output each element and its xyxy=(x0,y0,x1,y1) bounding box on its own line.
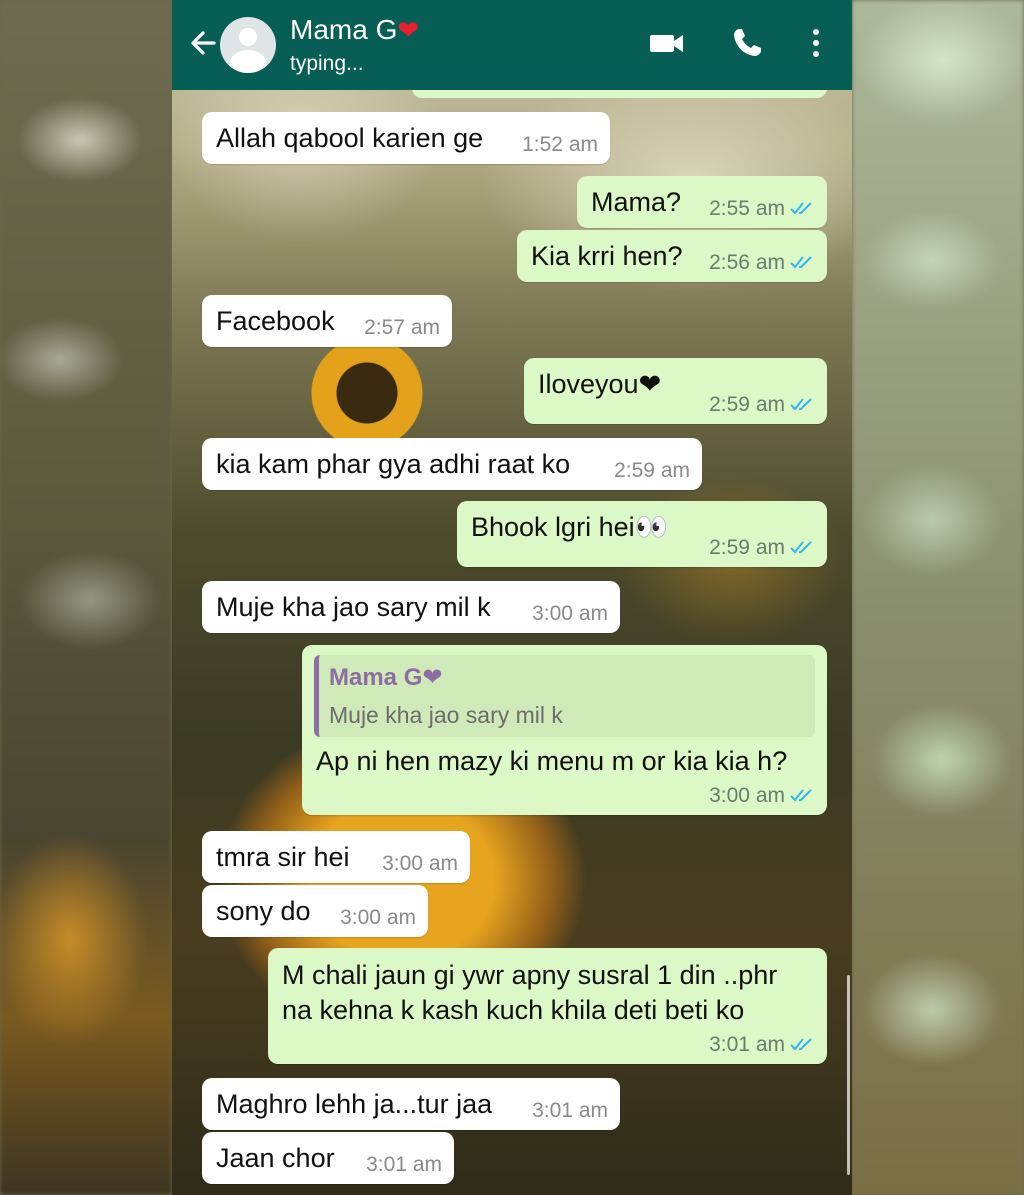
message-incoming[interactable]: Muje kha jao sary mil k 3:00 am xyxy=(202,581,620,633)
heart-emoji: ❤ xyxy=(397,15,420,45)
contact-name[interactable]: Mama G❤ xyxy=(290,14,419,46)
message-incoming[interactable]: kia kam phar gya adhi raat ko 2:59 am xyxy=(202,438,702,490)
avatar-placeholder-icon xyxy=(239,28,257,46)
scrollbar[interactable] xyxy=(847,975,850,1175)
message-outgoing[interactable]: M chali jaun gi ywr apny susral 1 din ..… xyxy=(268,948,827,1064)
message-incoming[interactable]: sony do 3:00 am xyxy=(202,885,428,937)
message-outgoing[interactable]: Iloveyou❤ 2:59 am xyxy=(524,358,827,424)
video-call-icon[interactable] xyxy=(648,28,686,58)
voice-call-icon[interactable] xyxy=(730,26,764,60)
double-tick-icon xyxy=(790,1038,812,1051)
double-tick-icon xyxy=(790,541,812,554)
message-incoming[interactable]: Allah qabool karien ge 1:52 am xyxy=(202,112,610,164)
contact-status: typing... xyxy=(290,52,364,75)
message-incoming[interactable]: Maghro lehh ja...tur jaa 3:01 am xyxy=(202,1078,620,1130)
double-tick-icon xyxy=(790,398,812,411)
message-outgoing[interactable]: Bhook lgri hei👀 2:59 am xyxy=(457,501,827,567)
message-incoming[interactable]: Jaan chor 3:01 am xyxy=(202,1132,454,1184)
double-tick-icon xyxy=(790,789,812,802)
double-tick-icon xyxy=(790,202,812,215)
message-outgoing-reply[interactable]: Mama G❤ Muje kha jao sary mil k Ap ni he… xyxy=(302,645,827,815)
back-arrow-icon[interactable] xyxy=(186,26,220,60)
chat-header: Mama G❤ typing... xyxy=(172,0,852,90)
more-options-icon[interactable] xyxy=(806,26,826,60)
quoted-message[interactable]: Mama G❤ Muje kha jao sary mil k xyxy=(314,655,815,737)
chat-screen: Mama G❤ typing... Allah qabool karien ge… xyxy=(172,0,852,1195)
double-tick-icon xyxy=(790,256,812,269)
message-incoming[interactable]: tmra sir hei 3:00 am xyxy=(202,831,470,883)
message-outgoing[interactable]: Kia krri hen? 2:56 am xyxy=(517,230,827,282)
message-outgoing[interactable]: Mama? 2:55 am xyxy=(577,176,827,228)
blurred-background-right xyxy=(852,0,1024,1195)
message-incoming[interactable]: Facebook 2:57 am xyxy=(202,295,452,347)
blurred-background-left xyxy=(0,0,172,1195)
avatar[interactable] xyxy=(220,17,276,73)
